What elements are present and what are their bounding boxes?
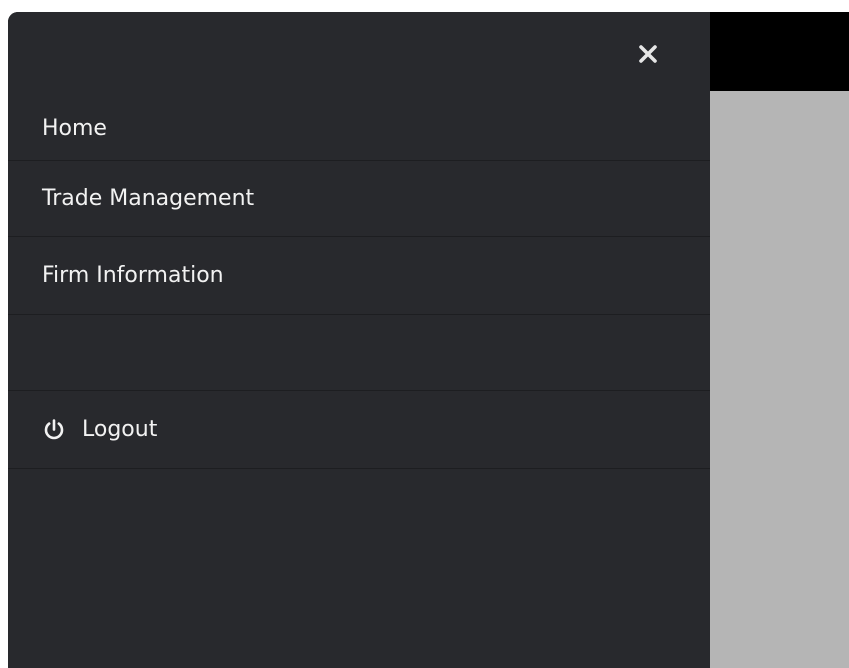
menu-spacer — [8, 315, 710, 391]
drawer-menu: Home Trade Management Firm Information L… — [8, 96, 710, 469]
menu-item-label: Trade Management — [42, 186, 255, 211]
power-icon — [42, 418, 66, 442]
menu-item-firm-information[interactable]: Firm Information — [8, 237, 710, 315]
app-page: Home Trade Management Firm Information L… — [0, 0, 849, 668]
menu-item-logout[interactable]: Logout — [8, 391, 710, 469]
menu-item-home[interactable]: Home — [8, 96, 710, 161]
navigation-drawer: Home Trade Management Firm Information L… — [8, 12, 710, 668]
close-icon — [639, 45, 657, 63]
menu-item-label: Home — [42, 115, 107, 141]
menu-item-trade-management[interactable]: Trade Management — [8, 161, 710, 237]
close-button[interactable] — [630, 36, 666, 72]
menu-item-label: Firm Information — [42, 263, 224, 288]
logout-label: Logout — [82, 417, 158, 442]
